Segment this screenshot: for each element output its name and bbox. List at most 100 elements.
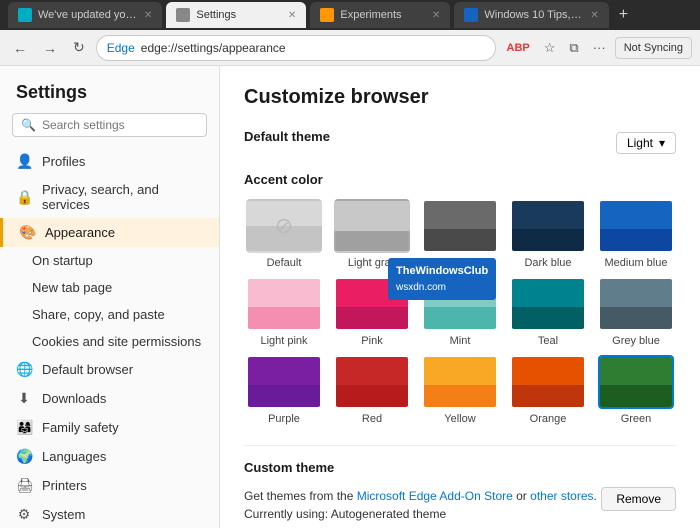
tab-label-2: Settings — [196, 9, 236, 21]
color-label-green: Green — [621, 413, 652, 425]
tab-close-1[interactable]: ✕ — [144, 10, 152, 21]
color-item-mint[interactable]: Mint — [420, 277, 500, 347]
nav-actions: ABP ☆ ⧉ ··· Not Syncing — [502, 37, 693, 59]
custom-theme-section: Custom theme Get themes from the Microso… — [244, 445, 676, 523]
color-swatch-orange — [510, 355, 586, 409]
forward-button[interactable]: → — [38, 36, 62, 60]
sidebar-item-share[interactable]: Share, copy, and paste — [0, 301, 219, 328]
printers-icon: 🖨 — [16, 477, 32, 494]
tab-close-2[interactable]: ✕ — [288, 10, 296, 21]
sidebar-item-defaultbrowser[interactable]: 🌐 Default browser — [0, 355, 219, 384]
sidebar-item-newtab[interactable]: New tab page — [0, 274, 219, 301]
sidebar-item-label: Printers — [42, 478, 87, 493]
sidebar-item-label: Downloads — [42, 391, 106, 406]
color-item-light-gray[interactable]: Light gray — [332, 199, 412, 269]
sidebar-item-downloads[interactable]: ⬇ Downloads — [0, 384, 219, 413]
custom-theme-text: Get themes from the Microsoft Edge Add-O… — [244, 487, 601, 523]
downloads-icon: ⬇ — [16, 390, 32, 407]
edge-addon-link[interactable]: Microsoft Edge Add-On Store — [357, 489, 513, 503]
system-icon: ⚙ — [16, 506, 32, 523]
sidebar-item-cookies[interactable]: Cookies and site permissions — [0, 328, 219, 355]
sidebar-item-privacy[interactable]: 🔒 Privacy, search, and services — [0, 176, 219, 218]
page-title: Customize browser — [244, 86, 676, 109]
sidebar-item-family[interactable]: 👨‍👩‍👧 Family safety — [0, 413, 219, 442]
sync-button[interactable]: Not Syncing — [615, 37, 692, 59]
browser-chrome: We've updated you to t... ✕ Settings ✕ E… — [0, 0, 700, 30]
tab-close-3[interactable]: ✕ — [432, 10, 440, 21]
color-swatch-light-gray — [334, 199, 410, 253]
content-area: Customize browser Default theme Light ▾ … — [220, 66, 700, 528]
color-item-grey-blue[interactable]: Grey blue — [596, 277, 676, 347]
sidebar-item-profiles[interactable]: 👤 Profiles — [0, 147, 219, 176]
theme-row: Default theme Light ▾ — [244, 129, 676, 156]
tab-favicon-3 — [320, 8, 334, 22]
sidebar-item-printers[interactable]: 🖨 Printers — [0, 471, 219, 500]
sidebar-item-label: System — [42, 507, 85, 522]
collections-button[interactable]: ⧉ — [564, 37, 583, 59]
tab-3[interactable]: Experiments ✕ — [310, 2, 450, 28]
sidebar-item-label: Default browser — [42, 362, 133, 377]
sidebar-item-label: New tab page — [32, 280, 112, 295]
default-theme-label: Default theme — [244, 129, 330, 144]
search-box[interactable]: 🔍 — [12, 113, 207, 137]
sidebar-item-system[interactable]: ⚙ System — [0, 500, 219, 528]
address-bar[interactable]: Edge edge://settings/appearance — [96, 35, 496, 61]
edge-logo-icon: Edge — [107, 41, 135, 55]
search-input[interactable] — [42, 118, 198, 132]
color-swatch-red — [334, 355, 410, 409]
color-item-medium-blue[interactable]: Medium blue — [596, 199, 676, 269]
color-label-pink: Pink — [361, 335, 382, 347]
color-swatch-purple — [246, 355, 322, 409]
more-button[interactable]: ··· — [588, 37, 611, 59]
color-swatch-dark-blue — [510, 199, 586, 253]
tab-4[interactable]: Windows 10 Tips, Trick... ✕ — [454, 2, 608, 28]
color-item-green[interactable]: Green — [596, 355, 676, 425]
new-tab-button[interactable]: + — [613, 4, 634, 26]
back-button[interactable]: ← — [8, 36, 32, 60]
color-item-default[interactable]: Default — [244, 199, 324, 269]
sidebar-item-startup[interactable]: On startup — [0, 247, 219, 274]
sidebar-item-languages[interactable]: 🌍 Languages — [0, 442, 219, 471]
remove-button[interactable]: Remove — [601, 487, 676, 511]
color-label-purple: Purple — [268, 413, 300, 425]
appearance-icon: 🎨 — [19, 224, 35, 241]
color-item-dark-gray[interactable]: Dark gray — [420, 199, 500, 269]
color-item-yellow[interactable]: Yellow — [420, 355, 500, 425]
color-item-light-pink[interactable]: Light pink — [244, 277, 324, 347]
sidebar-item-label: Share, copy, and paste — [32, 307, 165, 322]
address-text: edge://settings/appearance — [141, 41, 286, 55]
color-item-orange[interactable]: Orange — [508, 355, 588, 425]
tab-close-4[interactable]: ✕ — [590, 10, 598, 21]
sidebar-item-appearance[interactable]: 🎨 Appearance — [0, 218, 219, 247]
color-label-dark-blue: Dark blue — [524, 257, 571, 269]
sidebar-item-label: Appearance — [45, 225, 115, 240]
color-label-light-pink: Light pink — [260, 335, 307, 347]
sidebar-item-label: Privacy, search, and services — [42, 182, 203, 212]
color-item-teal[interactable]: Teal — [508, 277, 588, 347]
color-label-light-gray: Light gray — [348, 257, 396, 269]
color-item-purple[interactable]: Purple — [244, 355, 324, 425]
tab-favicon-4 — [464, 8, 478, 22]
sidebar-item-label: Family safety — [42, 420, 119, 435]
theme-dropdown[interactable]: Light ▾ — [616, 132, 676, 154]
color-label-grey-blue: Grey blue — [612, 335, 660, 347]
tab-2[interactable]: Settings ✕ — [166, 2, 306, 28]
color-label-medium-blue: Medium blue — [605, 257, 668, 269]
sidebar: Settings 🔍 👤 Profiles 🔒 Privacy, search,… — [0, 66, 220, 528]
sidebar-item-label: On startup — [32, 253, 93, 268]
color-item-pink[interactable]: Pink — [332, 277, 412, 347]
custom-theme-label: Custom theme — [244, 460, 676, 475]
color-swatch-green — [598, 355, 674, 409]
reload-button[interactable]: ↻ — [68, 35, 90, 60]
favorites-button[interactable]: ☆ — [539, 37, 561, 59]
color-swatch-light-pink — [246, 277, 322, 331]
defaultbrowser-icon: 🌐 — [16, 361, 32, 378]
tab-favicon-2 — [176, 8, 190, 22]
color-item-red[interactable]: Red — [332, 355, 412, 425]
other-stores-link[interactable]: other stores — [530, 489, 593, 503]
adblock-button[interactable]: ABP — [502, 37, 535, 59]
theme-dropdown-value: Light — [627, 136, 653, 150]
color-item-dark-blue[interactable]: Dark blue — [508, 199, 588, 269]
profiles-icon: 👤 — [16, 153, 32, 170]
tab-1[interactable]: We've updated you to t... ✕ — [8, 2, 162, 28]
